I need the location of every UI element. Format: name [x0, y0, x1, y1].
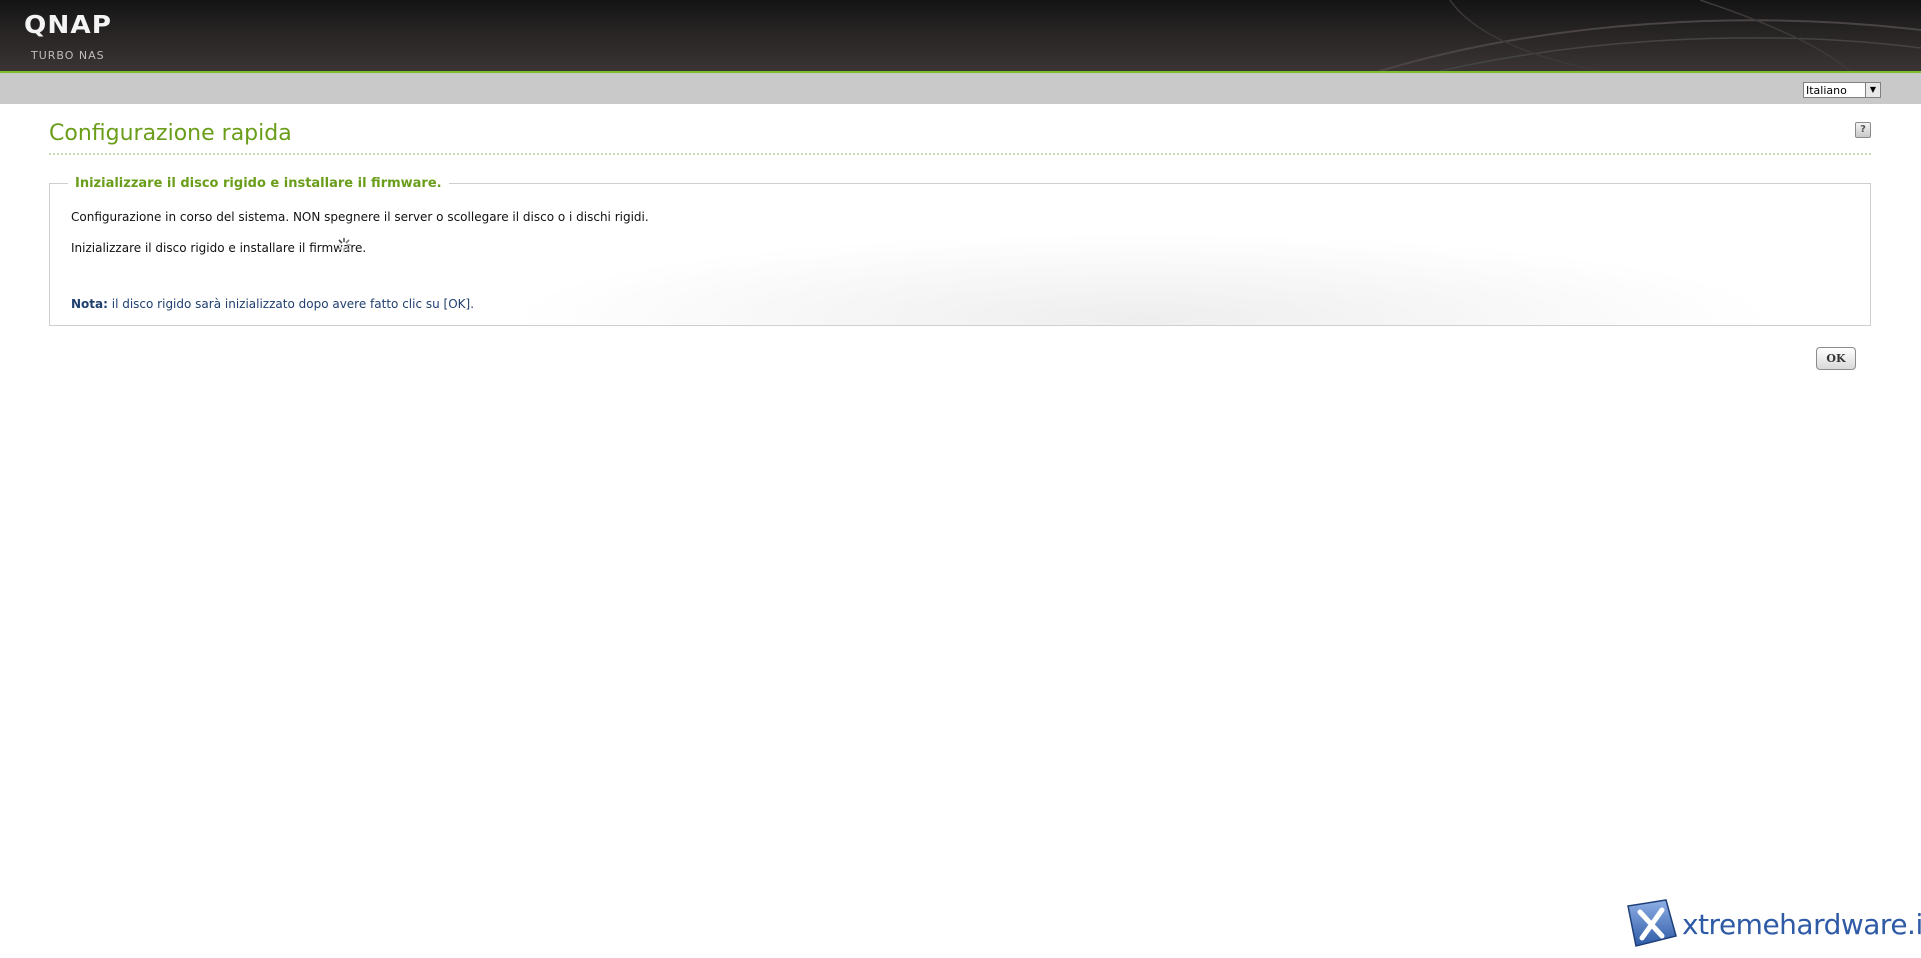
note-label: Nota: — [71, 297, 108, 311]
ok-button[interactable]: OK — [1816, 347, 1856, 370]
help-icon[interactable]: ? — [1855, 122, 1871, 138]
loading-spinner-icon — [336, 237, 352, 253]
language-selected-value: Italiano — [1806, 84, 1847, 97]
chevron-down-icon[interactable]: ▼ — [1865, 83, 1880, 97]
fieldset-legend: Inizializzare il disco rigido e installa… — [68, 176, 449, 191]
progress-message: Inizializzare il disco rigido e installa… — [71, 241, 367, 255]
note-text: Nota: il disco rigido sarà inizializzato… — [71, 297, 474, 311]
page: QNAP TURBO NAS Italiano ▼ Configurazione… — [0, 0, 1921, 958]
note-body: il disco rigido sarà inizializzato dopo … — [107, 297, 475, 311]
page-title: Configurazione rapida — [49, 121, 292, 146]
header-bar: QNAP TURBO NAS — [0, 0, 1921, 71]
turbo-nas-label: TURBO NAS — [31, 49, 105, 62]
watermark-text: xtremehardware.it — [1682, 908, 1921, 941]
header-swoosh-decoration — [1379, 0, 1921, 71]
watermark-logo-icon — [1627, 899, 1677, 947]
qnap-logo: QNAP — [24, 10, 113, 39]
status-message: Configurazione in corso del sistema. NON… — [71, 210, 649, 224]
title-divider — [49, 153, 1871, 155]
language-select[interactable]: Italiano ▼ — [1803, 82, 1881, 98]
toolbar: Italiano ▼ — [0, 73, 1921, 104]
watermark: xtremehardware.it — [1622, 896, 1921, 952]
